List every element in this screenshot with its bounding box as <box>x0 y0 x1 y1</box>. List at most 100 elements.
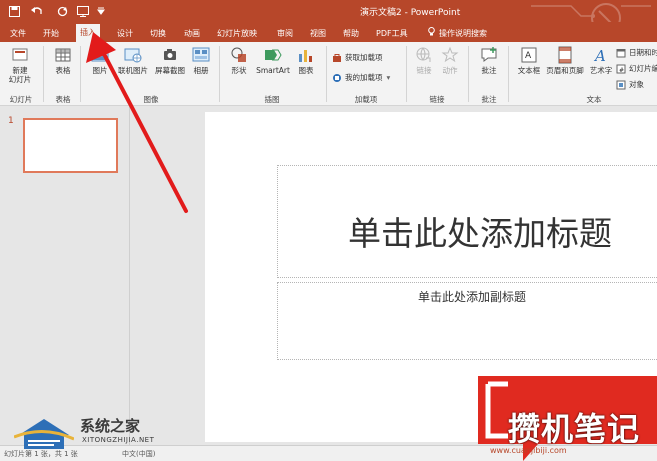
textbox-label: 文本框 <box>517 66 541 75</box>
watermark-left-url: XITONGZHIJIA.NET <box>82 436 155 444</box>
photo-album-button[interactable]: 相册 <box>188 42 214 75</box>
online-picture-icon <box>124 48 142 63</box>
shapes-icon <box>231 47 246 62</box>
get-addins-label: 获取加载项 <box>345 53 383 62</box>
smartart-icon <box>265 49 282 61</box>
comment-button[interactable]: 批注 <box>476 42 502 75</box>
header-footer-icon <box>558 46 572 64</box>
table-label: 表格 <box>55 66 71 75</box>
title-placeholder[interactable]: 单击此处添加标题 <box>277 165 657 278</box>
chevron-down-icon: ▾ <box>386 73 391 82</box>
addin-icon <box>333 73 341 82</box>
title-bar: 演示文稿2 - PowerPoint <box>0 0 657 22</box>
shapes-label: 形状 <box>231 66 247 75</box>
house-logo-icon <box>14 419 74 449</box>
datetime-label: 日期和时 <box>629 48 657 57</box>
tab-transitions[interactable]: 切换 <box>146 25 170 42</box>
table-icon <box>55 48 71 62</box>
group-label-comments: 批注 <box>481 95 497 104</box>
watermark-right: 攒机笔记 www.cuanjibiji.com <box>478 376 657 461</box>
picture-label: 图片 <box>92 66 108 75</box>
ribbon-separator <box>508 46 509 102</box>
group-label-slides: 幻灯片 <box>9 95 33 104</box>
undo-icon[interactable] <box>30 4 44 18</box>
link-icon <box>416 47 431 62</box>
new-slide-button[interactable]: 新建 幻灯片 <box>5 42 35 84</box>
tell-me-label: 操作说明搜索 <box>439 29 487 38</box>
tab-animations[interactable]: 动画 <box>180 25 204 42</box>
store-icon <box>333 53 341 62</box>
group-label-illustrations: 插图 <box>264 95 280 104</box>
comment-icon <box>481 47 497 62</box>
calendar-icon <box>616 48 626 57</box>
chart-label: 图表 <box>298 66 314 75</box>
new-slide-icon <box>12 48 28 61</box>
smartart-button[interactable]: SmartArt <box>253 42 293 75</box>
action-button[interactable]: 动作 <box>438 42 462 75</box>
object-label: 对象 <box>629 80 644 89</box>
tab-design[interactable]: 设计 <box>113 25 137 42</box>
tell-me-search[interactable]: 操作说明搜索 <box>424 25 491 42</box>
slide-number-label: 幻灯片编 <box>629 64 657 73</box>
smartart-label: SmartArt <box>256 66 290 75</box>
tab-slideshow[interactable]: 幻灯片放映 <box>213 25 261 42</box>
object-button[interactable]: 对象 <box>616 79 644 90</box>
online-picture-button[interactable]: 联机图片 <box>114 42 152 75</box>
link-label: 链接 <box>416 66 432 75</box>
datetime-button[interactable]: 日期和时 <box>616 47 657 58</box>
slide-number-button[interactable]: # 幻灯片编 <box>616 63 657 74</box>
tab-insert[interactable]: 插入 <box>76 24 100 42</box>
screenshot-icon <box>164 49 176 60</box>
window-title: 演示文稿2 - PowerPoint <box>360 8 461 18</box>
watermark-left-brand: 系统之家 <box>80 417 141 435</box>
ribbon-tabs: 文件 开始 插入 设计 切换 动画 幻灯片放映 审阅 视图 帮助 PDF工具 操… <box>0 22 657 42</box>
tab-review[interactable]: 审阅 <box>273 25 297 42</box>
picture-icon <box>91 48 109 62</box>
my-addins-button[interactable]: 我的加载项 ▾ <box>332 72 390 83</box>
ribbon-separator <box>219 46 220 102</box>
table-button[interactable]: 表格 <box>50 42 76 75</box>
svg-text:A: A <box>525 51 532 61</box>
slide-thumbnail[interactable] <box>23 118 118 173</box>
save-icon[interactable] <box>8 4 20 18</box>
slide-number-icon: # <box>616 64 626 74</box>
my-addins-label: 我的加载项 <box>345 73 383 82</box>
tab-help[interactable]: 帮助 <box>339 25 363 42</box>
customize-quick-access-icon[interactable] <box>96 4 106 18</box>
group-label-tables: 表格 <box>55 95 71 104</box>
screenshot-button[interactable]: 屏幕截图 <box>152 42 188 75</box>
tab-pdf-tools[interactable]: PDF工具 <box>372 25 412 42</box>
tab-file[interactable]: 文件 <box>6 25 30 42</box>
photo-album-icon <box>192 47 210 62</box>
chart-button[interactable]: 图表 <box>294 42 318 75</box>
textbox-button[interactable]: A 文本框 <box>514 42 544 75</box>
header-footer-button[interactable]: 页眉和页脚 <box>545 42 585 75</box>
wordart-button[interactable]: A 艺术字 <box>587 42 615 75</box>
tab-home[interactable]: 开始 <box>39 25 63 42</box>
start-from-beginning-icon[interactable] <box>76 4 90 18</box>
ribbon-insert: 新建 幻灯片 幻灯片 表格 表格 图片 联机图片 屏幕截图 相册 图像 形状 S… <box>0 42 657 106</box>
subtitle-placeholder[interactable]: 单击此处添加副标题 <box>277 282 657 360</box>
header-footer-label: 页眉和页脚 <box>546 66 584 75</box>
watermark-right-url: www.cuanjibiji.com <box>490 446 567 455</box>
svg-text:#: # <box>619 67 624 74</box>
svg-text:A: A <box>593 47 606 64</box>
group-label-images: 图像 <box>143 95 159 104</box>
ribbon-separator <box>80 46 81 102</box>
get-addins-button[interactable]: 获取加载项 <box>332 52 383 63</box>
tab-view[interactable]: 视图 <box>306 25 330 42</box>
object-icon <box>616 80 626 89</box>
thumbnail-slide-number: 1 <box>8 116 14 126</box>
group-label-addins: 加载项 <box>354 95 378 104</box>
shapes-button[interactable]: 形状 <box>226 42 252 75</box>
new-slide-label: 新建 幻灯片 <box>8 66 32 84</box>
link-button[interactable]: 链接 <box>412 42 436 75</box>
redo-icon[interactable] <box>56 4 68 18</box>
watermark-left: 系统之家 XITONGZHIJIA.NET <box>10 409 160 455</box>
action-label: 动作 <box>442 66 458 75</box>
photo-album-label: 相册 <box>193 66 209 75</box>
picture-button[interactable]: 图片 <box>88 42 112 75</box>
wordart-icon: A <box>593 47 606 64</box>
online-picture-label: 联机图片 <box>118 66 148 75</box>
slide-thumbnail-pane: 1 <box>0 107 130 445</box>
